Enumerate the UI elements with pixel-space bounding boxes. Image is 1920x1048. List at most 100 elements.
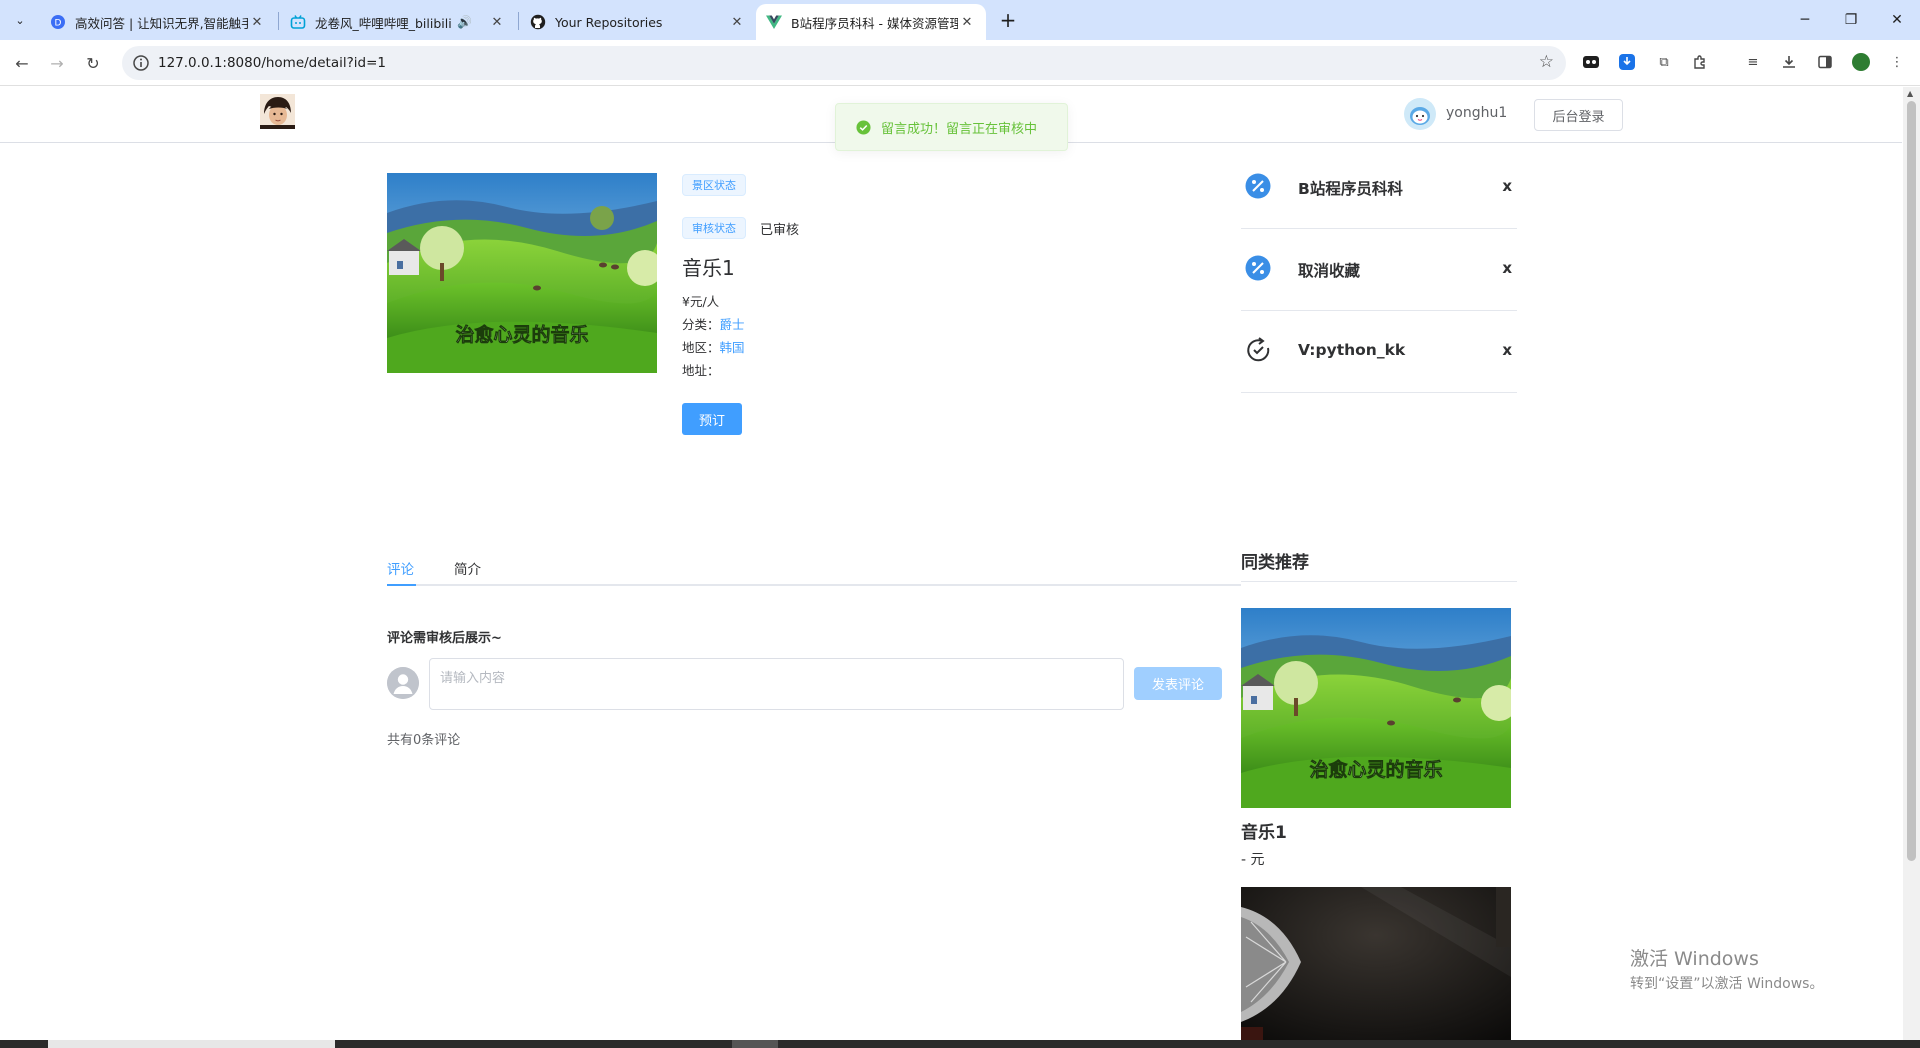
activation-line-2: 转到“设置”以激活 Windows。	[1630, 976, 1824, 992]
address-bar[interactable]: 127.0.0.1:8080/home/detail?id=1 ☆	[122, 46, 1566, 80]
address-label: 地址：	[682, 363, 720, 378]
bookmark-star-icon[interactable]: ☆	[1539, 52, 1554, 72]
check-circle-icon	[856, 119, 871, 135]
reload-icon[interactable]: ↻	[79, 49, 107, 77]
download-extension-icon[interactable]	[1617, 52, 1637, 72]
book-button[interactable]: 预订	[682, 403, 742, 435]
region-value[interactable]: 韩国	[720, 340, 745, 355]
github-icon	[530, 14, 546, 30]
tab-search-button[interactable]: ⌄	[6, 8, 34, 32]
user-avatar[interactable]	[1404, 98, 1436, 130]
toast-message: 留言成功！留言正在审核中	[881, 121, 1038, 137]
category-value[interactable]: 爵士	[720, 317, 745, 332]
browser-tab-2[interactable]: 龙卷风_哔哩哔哩_bilibili 🔊 ✕	[280, 4, 516, 40]
browser-toolbar: ← → ↻ 127.0.0.1:8080/home/detail?id=1 ☆ …	[0, 40, 1920, 86]
address-row: 地址：	[682, 360, 720, 379]
puzzle-extensions-icon[interactable]	[1690, 52, 1710, 72]
browser-tab-1[interactable]: D 高效问答 | 让知识无界,智能触手 ✕	[40, 4, 276, 40]
recommend-item-image-2[interactable]	[1241, 887, 1511, 1048]
tab-comments[interactable]: 评论	[387, 558, 414, 578]
side-item-label: V:python_kk	[1298, 341, 1406, 359]
category-row: 分类：爵士	[682, 314, 745, 333]
close-icon[interactable]: ✕	[488, 13, 506, 31]
comment-input[interactable]	[429, 658, 1124, 710]
url-text[interactable]: 127.0.0.1:8080/home/detail?id=1	[158, 55, 386, 71]
kebab-menu-icon[interactable]: ⋮	[1887, 52, 1907, 72]
back-arrow-icon[interactable]: ←	[8, 49, 36, 77]
content-tabs: 评论 简介	[387, 546, 1241, 586]
side-item-wechat[interactable]: V:python_kk x	[1241, 311, 1517, 393]
side-item-label: 取消收藏	[1298, 262, 1361, 280]
comment-review-note: 评论需审核后展示~	[387, 631, 502, 646]
scrollbar-thumb[interactable]	[1907, 101, 1916, 861]
audio-playing-icon[interactable]: 🔊	[457, 15, 472, 29]
post-comment-button[interactable]: 发表评论	[1134, 667, 1222, 700]
recommend-item-price: - 元	[1241, 852, 1265, 868]
username[interactable]: yonghu1	[1446, 105, 1507, 121]
side-item-label: B站程序员科科	[1298, 180, 1403, 198]
site-logo[interactable]	[260, 94, 295, 129]
percent-badge-icon	[1244, 172, 1272, 200]
copy-extension-icon[interactable]: ⧉	[1654, 52, 1674, 72]
scenic-status-tag: 景区状态	[682, 174, 746, 196]
media-control-icon[interactable]: ≡	[1743, 52, 1763, 72]
review-status-value: 已审核	[760, 223, 800, 238]
close-icon[interactable]: ✕	[728, 13, 746, 31]
browser-tab-4-active[interactable]: B站程序员科科 - 媒体资源管理 ✕	[756, 4, 986, 40]
restore-button[interactable]: ❐	[1828, 0, 1874, 40]
tab-title: 龙卷风_哔哩哔哩_bilibili	[315, 15, 452, 31]
side-item-unfavorite[interactable]: 取消收藏 x	[1241, 229, 1517, 311]
recommend-item-image[interactable]: 治愈心灵的音乐	[1241, 608, 1511, 808]
window-close-button[interactable]: ✕	[1874, 0, 1920, 40]
bilibili-icon	[290, 14, 306, 30]
price-text: ¥元/人	[682, 294, 720, 309]
page-scrollbar[interactable]: ▲	[1903, 87, 1920, 1048]
activation-line-1: 激活 Windows	[1630, 948, 1759, 970]
minimize-button[interactable]: ─	[1782, 0, 1828, 40]
browser-tab-3[interactable]: Your Repositories ✕	[520, 4, 756, 40]
review-status-tag: 审核状态	[682, 217, 746, 239]
default-avatar-icon	[387, 667, 419, 699]
refresh-check-icon	[1244, 336, 1272, 364]
cover-caption: 治愈心灵的音乐	[455, 323, 588, 346]
windows-taskbar	[0, 1040, 1920, 1048]
downloads-icon[interactable]	[1779, 52, 1799, 72]
taskbar-app[interactable]	[732, 1040, 778, 1048]
extension-icon[interactable]	[1581, 52, 1601, 72]
taskbar-search[interactable]	[48, 1040, 335, 1048]
category-label: 分类：	[682, 317, 720, 332]
tab-intro[interactable]: 简介	[454, 558, 481, 578]
close-icon[interactable]: ✕	[248, 13, 266, 31]
divider	[1241, 581, 1517, 582]
chevron-down-icon: ⌄	[15, 13, 25, 27]
comment-count: 共有0条评论	[387, 733, 461, 748]
region-label: 地区：	[682, 340, 720, 355]
recommend-title: 同类推荐	[1241, 553, 1309, 573]
side-item-close[interactable]: x	[1502, 177, 1512, 195]
side-item-bilibili[interactable]: B站程序员科科 x	[1241, 147, 1517, 229]
tab-title: Your Repositories	[555, 14, 663, 30]
scroll-up-icon[interactable]: ▲	[1907, 89, 1913, 98]
tab-separator	[278, 12, 279, 30]
browser-tab-strip: ⌄ D 高效问答 | 让知识无界,智能触手 ✕ 龙卷风_哔哩哔哩_bilibil…	[0, 0, 1920, 40]
forward-arrow-icon[interactable]: →	[43, 49, 71, 77]
region-row: 地区：韩国	[682, 337, 745, 356]
cover-image: 治愈心灵的音乐	[387, 173, 657, 373]
vue-logo-icon	[766, 14, 782, 30]
tab-separator	[518, 12, 519, 30]
recommend-caption: 治愈心灵的音乐	[1309, 758, 1442, 781]
side-panel-icon[interactable]	[1815, 52, 1835, 72]
windows-activation-watermark: 激活 Windows 转到“设置”以激活 Windows。	[1630, 944, 1823, 993]
site-info-icon[interactable]	[132, 54, 150, 72]
item-title: 音乐1	[682, 256, 735, 280]
recommend-item-name[interactable]: 音乐1	[1241, 818, 1287, 843]
tab-title: 高效问答 | 让知识无界,智能触手	[75, 15, 248, 31]
side-item-close[interactable]: x	[1502, 341, 1512, 359]
close-icon[interactable]: ✕	[958, 13, 976, 31]
percent-badge-icon	[1244, 254, 1272, 282]
side-item-close[interactable]: x	[1502, 259, 1512, 277]
profile-avatar-icon[interactable]	[1851, 52, 1871, 72]
new-tab-button[interactable]: +	[994, 8, 1022, 32]
admin-login-button[interactable]: 后台登录	[1534, 99, 1623, 131]
success-toast: 留言成功！留言正在审核中	[835, 103, 1068, 151]
